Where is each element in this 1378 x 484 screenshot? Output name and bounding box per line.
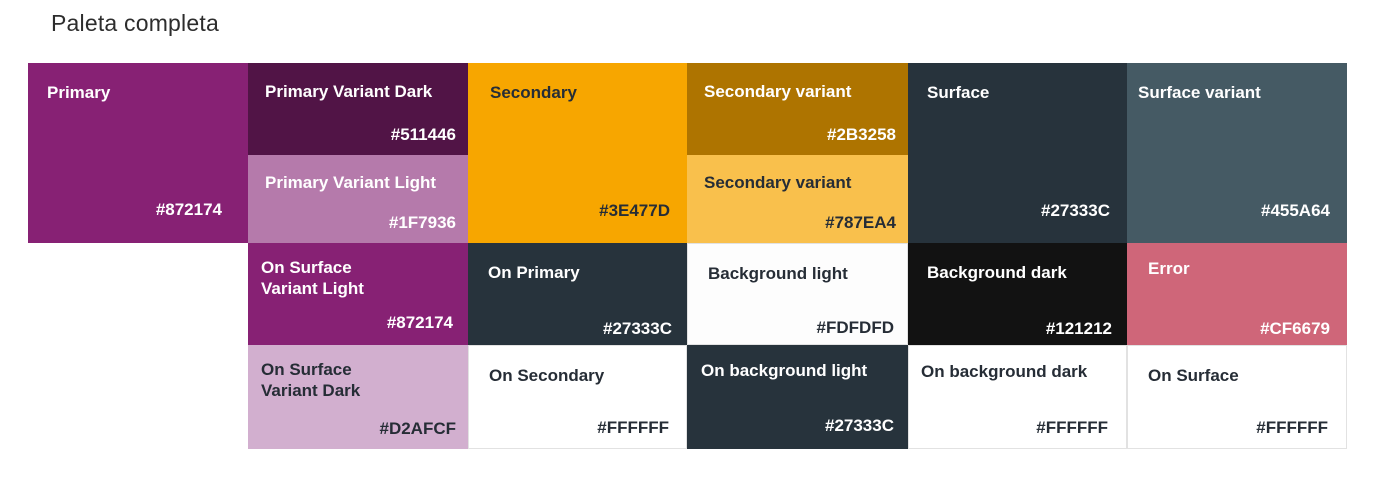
swatch-hex: #FFFFFF [1036, 418, 1108, 437]
swatch-on-surface[interactable]: On Surface #FFFFFF [1127, 345, 1347, 449]
swatch-name: On Secondary [489, 366, 605, 385]
swatch-name: Primary [47, 83, 111, 102]
swatch-on-surface-variant-dark[interactable]: On Surface Variant Dark #D2AFCF [248, 345, 468, 449]
swatch-name: Background light [708, 264, 848, 283]
swatch-name: On background dark [921, 362, 1088, 381]
swatch-hex: #FDFDFD [816, 318, 894, 337]
swatch-name: On Surface [1148, 366, 1239, 385]
swatch-on-background-dark[interactable]: On background dark #FFFFFF [908, 345, 1127, 449]
swatch-name: Background dark [927, 263, 1067, 282]
swatch-error[interactable]: Error #CF6679 [1127, 243, 1347, 345]
swatch-hex: #455A64 [1260, 201, 1330, 220]
swatch-secondary[interactable]: Secondary #3E477D [468, 63, 687, 243]
swatch-hex: #511446 [390, 125, 456, 144]
palette-grid: Primary #872174 Primary Variant Dark #51… [0, 0, 1378, 484]
swatch-hex: #121212 [1045, 319, 1112, 338]
swatch-name: Error [1148, 259, 1190, 278]
swatch-on-background-light[interactable]: On background light #27333C [687, 345, 908, 449]
swatch-primary[interactable]: Primary #872174 [28, 63, 248, 243]
swatch-name: Primary Variant Dark [265, 82, 433, 101]
swatch-secondary-variant-light[interactable]: Secondary variant #787EA4 [687, 155, 908, 243]
swatch-on-surface-variant-light[interactable]: On Surface Variant Light #872174 [248, 243, 468, 345]
swatch-name: Surface variant [1138, 83, 1261, 102]
swatch-surface-variant[interactable]: Surface variant #455A64 [1127, 63, 1347, 243]
swatch-surface[interactable]: Surface #27333C [908, 63, 1127, 243]
swatch-name: On Surface Variant Light [261, 258, 364, 298]
swatch-hex: #872174 [155, 200, 222, 219]
swatch-primary-variant-dark[interactable]: Primary Variant Dark #511446 [248, 63, 468, 155]
swatch-on-primary[interactable]: On Primary #27333C [468, 243, 687, 345]
swatch-hex: #2B3258 [826, 125, 896, 144]
swatch-hex: #3E477D [599, 201, 670, 220]
swatch-hex: #CF6679 [1260, 319, 1330, 338]
swatch-hex: #1F7936 [388, 213, 456, 232]
swatch-hex: #FFFFFF [597, 418, 669, 437]
swatch-secondary-variant-dark[interactable]: Secondary variant #2B3258 [687, 63, 908, 155]
swatch-name: Primary Variant Light [265, 173, 436, 192]
swatch-hex: #27333C [1040, 201, 1110, 220]
swatch-name: On Primary [488, 263, 580, 282]
swatch-on-secondary[interactable]: On Secondary #FFFFFF [468, 345, 687, 449]
swatch-name: Surface [927, 83, 990, 102]
swatch-background-dark[interactable]: Background dark #121212 [908, 243, 1127, 345]
swatch-name: Secondary variant [704, 82, 852, 101]
swatch-hex: #D2AFCF [379, 419, 456, 438]
swatch-name: On background light [701, 361, 868, 380]
swatch-name: Secondary variant [704, 173, 852, 192]
swatch-hex: #27333C [824, 416, 894, 435]
swatch-hex: #27333C [602, 319, 672, 338]
swatch-hex: #FFFFFF [1256, 418, 1328, 437]
swatch-name: Secondary [490, 83, 577, 102]
swatch-hex: #872174 [386, 313, 453, 332]
swatch-background-light[interactable]: Background light #FDFDFD [687, 243, 908, 345]
swatch-name: On Surface Variant Dark [261, 360, 361, 400]
swatch-hex: #787EA4 [825, 213, 896, 232]
swatch-primary-variant-light[interactable]: Primary Variant Light #1F7936 [248, 155, 468, 243]
